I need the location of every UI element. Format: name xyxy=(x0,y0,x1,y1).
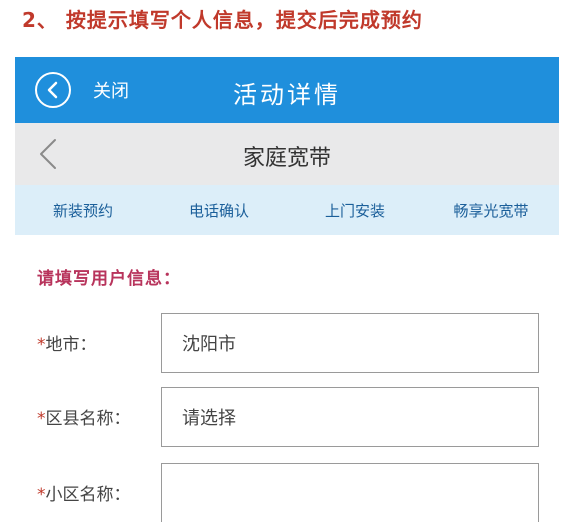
district-label: *区县名称： xyxy=(37,404,131,429)
required-mark: * xyxy=(37,409,46,429)
community-label: *小区名称： xyxy=(37,480,131,505)
form-title: 请填写用户信息： xyxy=(37,269,181,289)
form-row-district: *区县名称： 请选择 xyxy=(15,387,559,447)
district-label-text: 区县名称： xyxy=(45,409,131,429)
page-nav-bar: 家庭宽带 xyxy=(15,123,559,185)
top-app-bar: 关闭 活动详情 xyxy=(15,57,559,123)
required-mark: * xyxy=(37,335,46,355)
form-row-city: *地市： 沈阳市 xyxy=(15,313,559,373)
step-enjoy-broadband[interactable]: 畅享光宽带 xyxy=(423,200,559,221)
app-bar-title: 活动详情 xyxy=(233,81,341,109)
instruction-text: 2、 按提示填写个人信息，提交后完成预约 xyxy=(22,8,423,32)
city-label-text: 地市： xyxy=(45,335,97,355)
step-phone-confirm[interactable]: 电话确认 xyxy=(151,200,287,221)
community-label-text: 小区名称： xyxy=(45,485,131,505)
phone-screen: 关闭 活动详情 家庭宽带 新装预约 电话确认 上门安装 畅享光宽带 请填写用户信… xyxy=(15,57,559,522)
form-row-community: *小区名称： xyxy=(15,463,559,522)
step-onsite-install[interactable]: 上门安装 xyxy=(287,200,423,221)
page-title: 家庭宽带 xyxy=(242,146,331,171)
district-select[interactable]: 请选择 xyxy=(161,387,539,447)
city-input[interactable]: 沈阳市 xyxy=(161,313,539,373)
required-mark: * xyxy=(37,485,46,505)
step-new-booking[interactable]: 新装预约 xyxy=(15,200,151,221)
steps-bar: 新装预约 电话确认 上门安装 畅享光宽带 xyxy=(15,185,559,235)
community-input[interactable] xyxy=(161,463,539,522)
city-label: *地市： xyxy=(37,330,97,355)
